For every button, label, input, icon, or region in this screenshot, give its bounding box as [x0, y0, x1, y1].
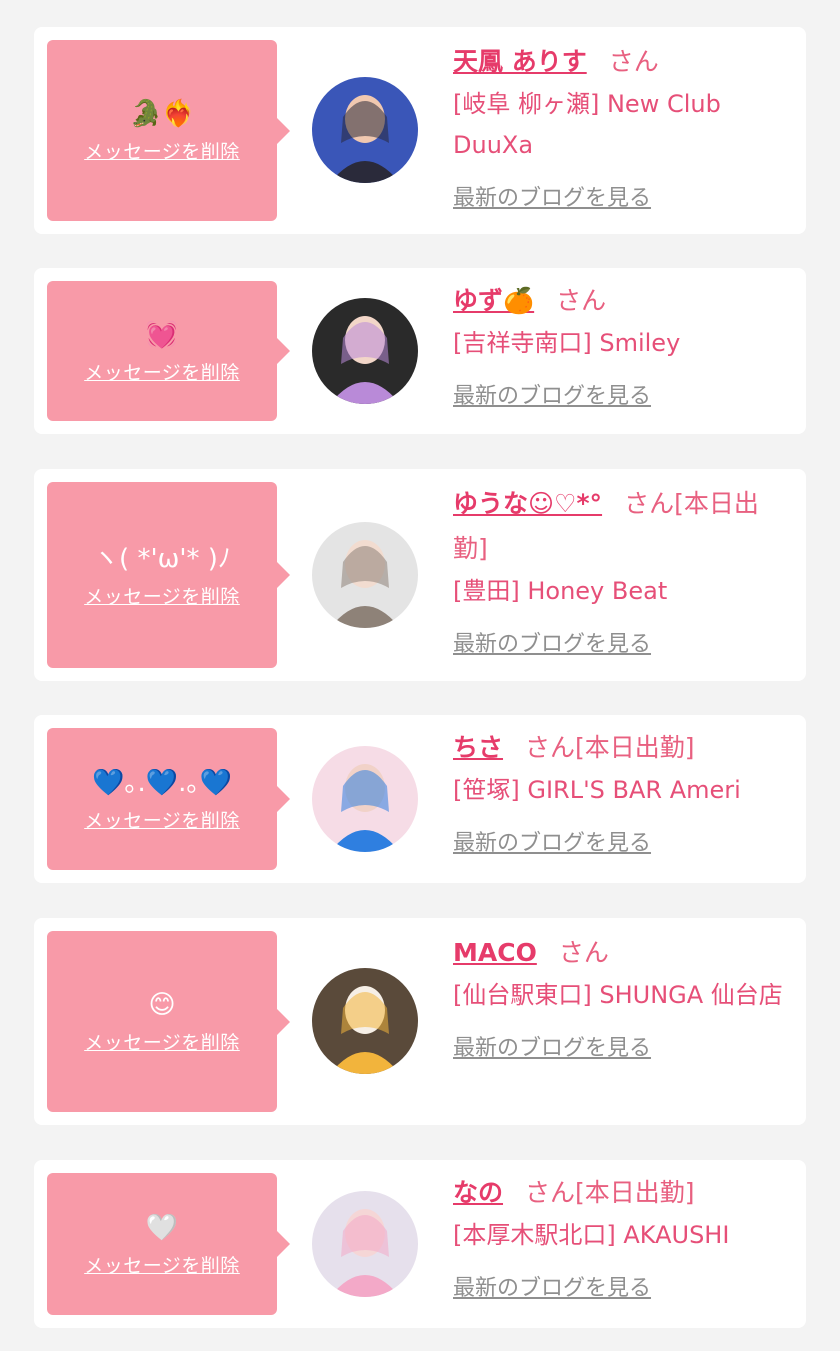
- shop-info: [本厚木駅北口] AKAUSHI: [453, 1221, 730, 1249]
- cast-info: ちさ さん[本日出勤] [笹塚] GIRL'S BAR Ameri 最新のブログを見る: [453, 725, 793, 857]
- shop-info: [豊田] Honey Beat: [453, 577, 668, 605]
- delete-message-link[interactable]: メッセージを削除: [84, 358, 240, 385]
- cast-name-link[interactable]: なの: [453, 1178, 503, 1207]
- cast-name-line: なの さん[本日出勤]: [453, 1170, 793, 1215]
- message-text: ヽ( *'ω'* )ﾉ: [93, 543, 231, 574]
- favorite-cast-list: 🐊❤️‍🔥 メッセージを削除 天鳳 ありす さん [岐阜 柳ヶ瀬] New Club D…: [0, 0, 840, 1351]
- latest-blog-link[interactable]: 最新のブログを見る: [453, 1030, 651, 1062]
- honorific-text: さん: [608, 47, 659, 76]
- cast-card: 🐊❤️‍🔥 メッセージを削除 天鳳 ありす さん [岐阜 柳ヶ瀬] New Club D…: [34, 27, 806, 234]
- delete-message-link[interactable]: メッセージを削除: [84, 1028, 240, 1055]
- cast-card: 😊 メッセージを削除 MACO さん [仙台駅東口] SHUNGA 仙台店最新のブログを…: [34, 918, 806, 1125]
- honorific-text: さん: [558, 938, 609, 967]
- avatar[interactable]: [312, 77, 418, 183]
- message-bubble: 🤍 メッセージを削除: [47, 1173, 290, 1315]
- delete-message-link[interactable]: メッセージを削除: [84, 806, 240, 833]
- shop-info: [仙台駅東口] SHUNGA 仙台店: [453, 981, 783, 1009]
- cast-card: 💓 メッセージを削除 ゆず🍊 さん [吉祥寺南口] Smiley 最新のブログを見る: [34, 268, 806, 434]
- message-bubble: 🐊❤️‍🔥 メッセージを削除: [47, 40, 290, 221]
- avatar[interactable]: [312, 298, 418, 404]
- cast-info: MACO さん [仙台駅東口] SHUNGA 仙台店最新のブログを見る: [453, 930, 793, 1062]
- honorific-text: さん: [624, 489, 675, 518]
- delete-message-link[interactable]: メッセージを削除: [84, 582, 240, 609]
- cast-info: ゆず🍊 さん [吉祥寺南口] Smiley 最新のブログを見る: [453, 278, 793, 410]
- honorific-text: さん: [525, 1178, 576, 1207]
- cast-name-line: ちさ さん[本日出勤]: [453, 725, 793, 770]
- cast-name-line: ゆず🍊 さん: [453, 278, 793, 323]
- cast-name-link[interactable]: ゆず🍊: [453, 286, 534, 315]
- portrait-photo-icon: [312, 746, 418, 852]
- cast-info: ゆうな☺︎♡*° さん[本日出勤] [豊田] Honey Beat 最新のブログを見る: [453, 481, 793, 658]
- delete-message-link[interactable]: メッセージを削除: [84, 137, 240, 164]
- latest-blog-link[interactable]: 最新のブログを見る: [453, 626, 651, 658]
- latest-blog-link[interactable]: 最新のブログを見る: [453, 1270, 651, 1302]
- avatar[interactable]: [312, 522, 418, 628]
- message-bubble: 💓 メッセージを削除: [47, 281, 290, 421]
- message-text: 😊: [148, 990, 176, 1020]
- cast-card: ヽ( *'ω'* )ﾉ メッセージを削除 ゆうな☺︎♡*° さん[本日出勤] [豊田] …: [34, 469, 806, 681]
- message-text: 💙｡.💙.｡💙: [92, 767, 232, 798]
- cast-name-link[interactable]: ちさ: [453, 733, 503, 762]
- message-bubble: 💙｡.💙.｡💙 メッセージを削除: [47, 728, 290, 870]
- cast-name-line: 天鳳 ありす さん: [453, 39, 793, 84]
- cast-name-link[interactable]: ゆうな☺︎♡*°: [453, 489, 602, 518]
- working-today-tag: [本日出勤]: [575, 1178, 695, 1207]
- portrait-photo-icon: [312, 298, 418, 404]
- cast-card: 🤍 メッセージを削除 なの さん[本日出勤] [本厚木駅北口] AKAUSHI 最新のブロ…: [34, 1160, 806, 1328]
- avatar[interactable]: [312, 1191, 418, 1297]
- portrait-photo-icon: [312, 77, 418, 183]
- message-bubble: 😊 メッセージを削除: [47, 931, 290, 1112]
- cast-info: 天鳳 ありす さん [岐阜 柳ヶ瀬] New Club DuuXa 最新のブログを見る: [453, 39, 793, 212]
- cast-info: なの さん[本日出勤] [本厚木駅北口] AKAUSHI 最新のブログを見る: [453, 1170, 793, 1302]
- message-text: 🐊❤️‍🔥: [129, 99, 195, 129]
- avatar[interactable]: [312, 746, 418, 852]
- latest-blog-link[interactable]: 最新のブログを見る: [453, 378, 651, 410]
- portrait-photo-icon: [312, 968, 418, 1074]
- cast-name-link[interactable]: MACO: [453, 938, 537, 967]
- message-bubble: ヽ( *'ω'* )ﾉ メッセージを削除: [47, 482, 290, 668]
- portrait-photo-icon: [312, 522, 418, 628]
- message-text: 💓: [145, 319, 179, 350]
- shop-info: [吉祥寺南口] Smiley: [453, 329, 681, 357]
- cast-name-link[interactable]: 天鳳 ありす: [453, 47, 587, 76]
- message-text: 🤍: [145, 1212, 179, 1243]
- avatar[interactable]: [312, 968, 418, 1074]
- shop-info: [笹塚] GIRL'S BAR Ameri: [453, 776, 741, 804]
- honorific-text: さん: [556, 286, 607, 315]
- portrait-photo-icon: [312, 1191, 418, 1297]
- honorific-text: さん: [525, 733, 576, 762]
- cast-card: 💙｡.💙.｡💙 メッセージを削除 ちさ さん[本日出勤] [笹塚] GIRL'S BAR…: [34, 715, 806, 883]
- delete-message-link[interactable]: メッセージを削除: [84, 1251, 240, 1278]
- latest-blog-link[interactable]: 最新のブログを見る: [453, 825, 651, 857]
- latest-blog-link[interactable]: 最新のブログを見る: [453, 180, 651, 212]
- cast-name-line: ゆうな☺︎♡*° さん[本日出勤]: [453, 481, 793, 571]
- shop-info: [岐阜 柳ヶ瀬] New Club DuuXa: [453, 90, 721, 159]
- cast-name-line: MACO さん: [453, 930, 793, 975]
- working-today-tag: [本日出勤]: [575, 733, 695, 762]
